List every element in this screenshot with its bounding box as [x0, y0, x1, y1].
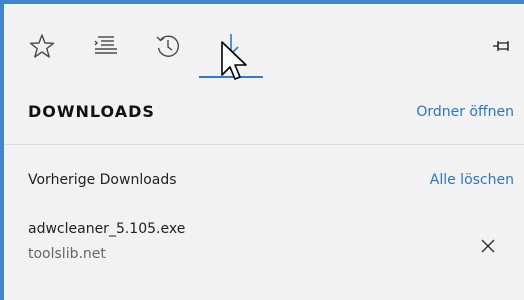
- reading-list-button[interactable]: [84, 24, 128, 68]
- download-icon: [223, 34, 239, 56]
- active-tab-indicator: [199, 76, 263, 78]
- favorites-button[interactable]: [20, 24, 64, 68]
- download-source: toolslib.net: [28, 246, 106, 262]
- star-icon: [29, 34, 55, 58]
- remove-download-button[interactable]: [476, 234, 500, 258]
- close-icon: [481, 239, 495, 253]
- open-folder-link[interactable]: Ordner öffnen: [416, 104, 514, 120]
- download-file-name: adwcleaner_5.105.exe: [28, 221, 186, 237]
- clear-all-link[interactable]: Alle löschen: [430, 172, 514, 188]
- pin-icon: [493, 41, 509, 51]
- hub-toolbar: [4, 4, 524, 84]
- previous-downloads-section: Vorherige Downloads Alle löschen: [4, 164, 524, 200]
- section-label: Vorherige Downloads: [28, 172, 177, 188]
- header-divider: [4, 144, 524, 145]
- panel-title: DOWNLOADS: [28, 102, 155, 121]
- history-icon: [156, 35, 179, 57]
- downloads-button[interactable]: [209, 24, 253, 68]
- pin-button[interactable]: [488, 32, 516, 60]
- history-button[interactable]: [146, 24, 190, 68]
- downloads-header: DOWNLOADS Ordner öffnen: [4, 86, 524, 138]
- download-list-item[interactable]: adwcleaner_5.105.exe toolslib.net: [4, 214, 524, 274]
- reading-list-icon: [94, 36, 117, 54]
- hub-panel: DOWNLOADS Ordner öffnen Vorherige Downlo…: [4, 4, 524, 300]
